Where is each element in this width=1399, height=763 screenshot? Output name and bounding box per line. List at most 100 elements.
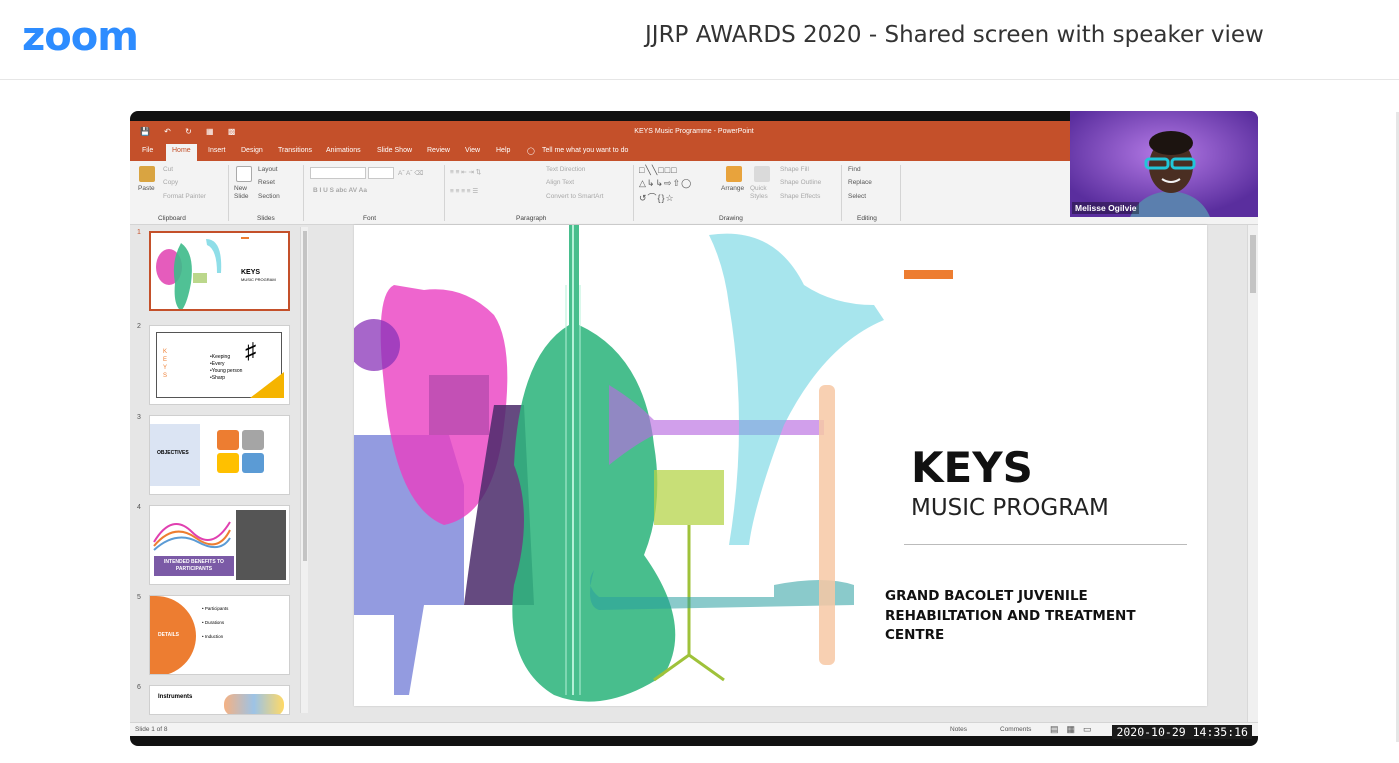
font-format-buttons[interactable]: B I U S abc AV Aa [313,187,367,194]
tab-slide-show[interactable]: Slide Show [377,147,412,154]
tab-insert[interactable]: Insert [208,147,226,154]
slide-thumbnails-panel: 1 KEYS MUSIC PROGRAM 2 K E Y S •Keeping [130,225,310,715]
paste-icon[interactable] [139,166,155,182]
tab-animations[interactable]: Animations [326,147,361,154]
title-divider [904,544,1187,545]
new-slide-button[interactable]: New Slide [234,185,256,201]
thumbnail-slide-1[interactable]: KEYS MUSIC PROGRAM [149,231,290,311]
thumb-box-gray [242,430,264,450]
text-direction-button[interactable]: Text Direction [546,166,585,173]
thumbnail-slide-5[interactable]: DETAILS • Participants • Durations • Ind… [149,595,290,675]
slide-organization[interactable]: GRAND BACOLET JUVENILE REHABILTATION AND… [885,587,1185,646]
thumbnail-slide-4[interactable]: INTENDED BENEFITS TO PARTICIPANTS [149,505,290,585]
thumbnail-slide-3[interactable]: OBJECTIVES [149,415,290,495]
notes-button[interactable]: Notes [950,726,967,733]
thumb-objectives-label: OBJECTIVES [157,450,189,456]
thumbnail-slide-2[interactable]: K E Y S •Keeping •Every •Young person •S… [149,325,290,405]
thumb-bullet: • Participants [202,606,229,611]
thumb-triangle [250,372,284,398]
view-buttons[interactable]: ▤▦▭ [1050,724,1100,735]
replace-button[interactable]: Replace [848,179,872,186]
cut-button[interactable]: Cut [163,166,173,173]
thumb-instruments-art [224,694,284,714]
find-button[interactable]: Find [848,166,861,173]
divider [841,165,842,221]
tell-me-search[interactable]: Tell me what you want to do [542,147,628,154]
current-slide[interactable]: KEYS MUSIC PROGRAM GRAND BACOLET JUVENIL… [354,225,1207,706]
thumb-dark-panel [236,510,286,580]
thumb-number: 3 [137,414,141,421]
shape-outline-button[interactable]: Shape Outline [780,179,821,186]
drawing-group-label: Drawing [719,215,743,222]
slides-group-label: Slides [257,215,275,222]
thumbnail-slide-6[interactable]: Instruments [149,685,290,715]
align-text-button[interactable]: Align Text [546,179,574,186]
arrange-icon[interactable] [726,166,742,182]
layout-button[interactable]: Layout [258,166,278,173]
tab-file[interactable]: File [142,147,153,154]
thumb-box-orange [217,430,239,450]
instruments-art-thumb [156,239,222,309]
zoom-logo: zoom [22,14,139,60]
shape-effects-button[interactable]: Shape Effects [780,193,820,200]
thumb-bullets: •Keeping •Every •Young person •Sharp [210,354,242,382]
divider [303,165,304,221]
zoom-header: zoom JJRP AWARDS 2020 - Shared screen wi… [0,0,1399,80]
quick-styles-button[interactable]: Quick Styles [750,185,774,201]
thumb-bullet: •Every [210,361,225,367]
thumb-box-blue [242,453,264,473]
thumb-bullet: • Durations [202,620,225,625]
quick-styles-icon[interactable] [754,166,770,182]
tab-view[interactable]: View [465,147,480,154]
tab-review[interactable]: Review [427,147,450,154]
grow-font-icon[interactable]: Aˆ Aˇ ⌫ [398,169,423,177]
thumb-bullet: •Young person [210,368,243,374]
thumbnail-scrollbar[interactable] [300,227,308,713]
tab-help[interactable]: Help [496,147,510,154]
lightbulb-icon: ◯ [527,148,535,155]
thumb-instruments-label: Instruments [158,694,193,700]
shapes-gallery-row3[interactable]: ↺⌒{}☆ [639,191,675,204]
music-notes-art [153,521,231,551]
shapes-gallery-row2[interactable]: △↳↳⇨⇧◯ [639,178,692,189]
bullets-icon[interactable]: ≡ ≡ ⇤ ⇥ ⇅ [450,168,481,176]
divider [444,165,445,221]
status-bar: Slide 1 of 8 Notes Comments ▤▦▭ [130,722,1258,736]
format-painter-button[interactable]: Format Painter [163,193,206,200]
slide-scrollbar[interactable] [1247,225,1258,722]
speaker-video: Melisse Ogilvie [1070,111,1258,217]
reset-button[interactable]: Reset [258,179,275,186]
title-accent-bar [904,270,953,279]
thumb-number: 6 [137,684,141,691]
font-size-select[interactable] [368,167,394,179]
thumb-benefits-label: INTENDED BENEFITS TO PARTICIPANTS [154,556,234,576]
align-icons[interactable]: ≡ ≡ ≡ ≡ ☰ [450,187,478,195]
speaker-name-label: Melisse Ogilvie [1072,202,1140,214]
paragraph-group-label: Paragraph [516,215,547,222]
scrollbar-thumb[interactable] [303,231,307,561]
new-slide-icon[interactable] [236,166,252,182]
editing-group-label: Editing [857,215,877,222]
clipboard-group-label: Clipboard [158,215,186,222]
paste-button[interactable]: Paste [138,185,155,192]
thumb-keys-letters: K E Y S [163,349,168,379]
slide-title[interactable]: KEYS [911,443,1033,492]
slide-scrollbar-thumb[interactable] [1250,235,1256,293]
divider [900,165,901,221]
thumb-number: 4 [137,504,141,511]
tab-transitions[interactable]: Transitions [278,147,312,154]
slide-subtitle[interactable]: MUSIC PROGRAM [911,495,1109,521]
shapes-gallery[interactable]: □╲╲□□□ [639,165,678,176]
select-button[interactable]: Select [848,193,866,200]
tab-home[interactable]: Home [166,144,197,161]
section-button[interactable]: Section [258,193,280,200]
convert-smartart-button[interactable]: Convert to SmartArt [546,193,603,200]
font-name-select[interactable] [310,167,366,179]
shape-fill-button[interactable]: Shape Fill [780,166,809,173]
tab-design[interactable]: Design [241,147,263,154]
comments-button[interactable]: Comments [1000,726,1031,733]
arrange-button[interactable]: Arrange [721,185,744,192]
thumb-bullet: • Induction [202,634,224,639]
meeting-title: JJRP AWARDS 2020 - Shared screen with sp… [645,22,1264,48]
copy-button[interactable]: Copy [163,179,178,186]
